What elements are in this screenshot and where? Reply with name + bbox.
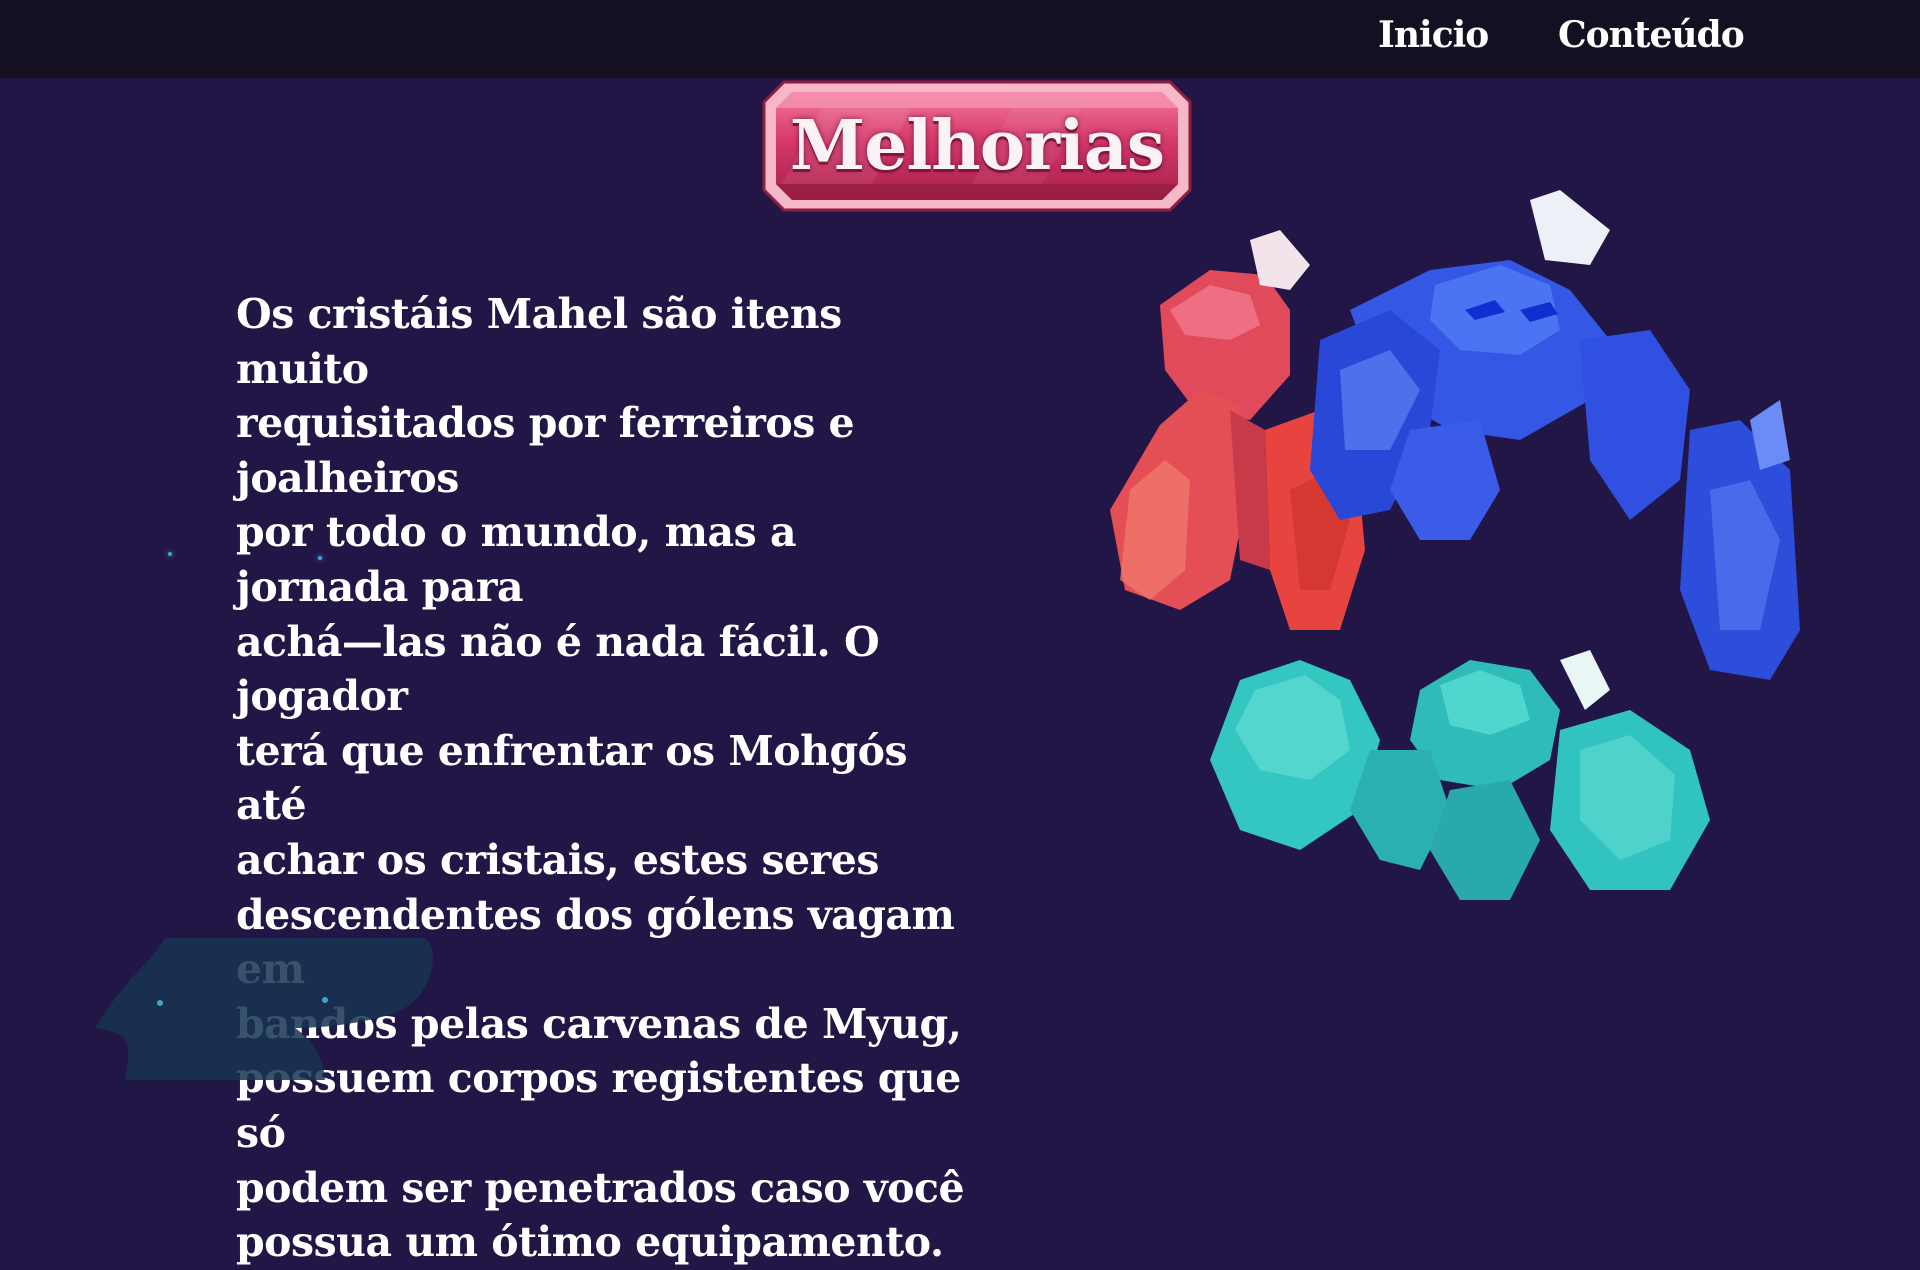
blue-golem [1310,190,1800,680]
creature-silhouette [95,938,433,1080]
nav-link-conteudo[interactable]: Conteúdo [1558,10,1745,60]
sparkle [318,556,322,560]
top-navbar: Inicio Conteúdo [0,0,1920,78]
sparkle [168,552,172,556]
crystal-golems-illustration [1110,190,1800,900]
nav-link-inicio[interactable]: Inicio [1378,10,1489,60]
teal-golem [1210,650,1710,900]
section-body-text: Os cristáis Mahel são itens muito requis… [236,290,965,1267]
